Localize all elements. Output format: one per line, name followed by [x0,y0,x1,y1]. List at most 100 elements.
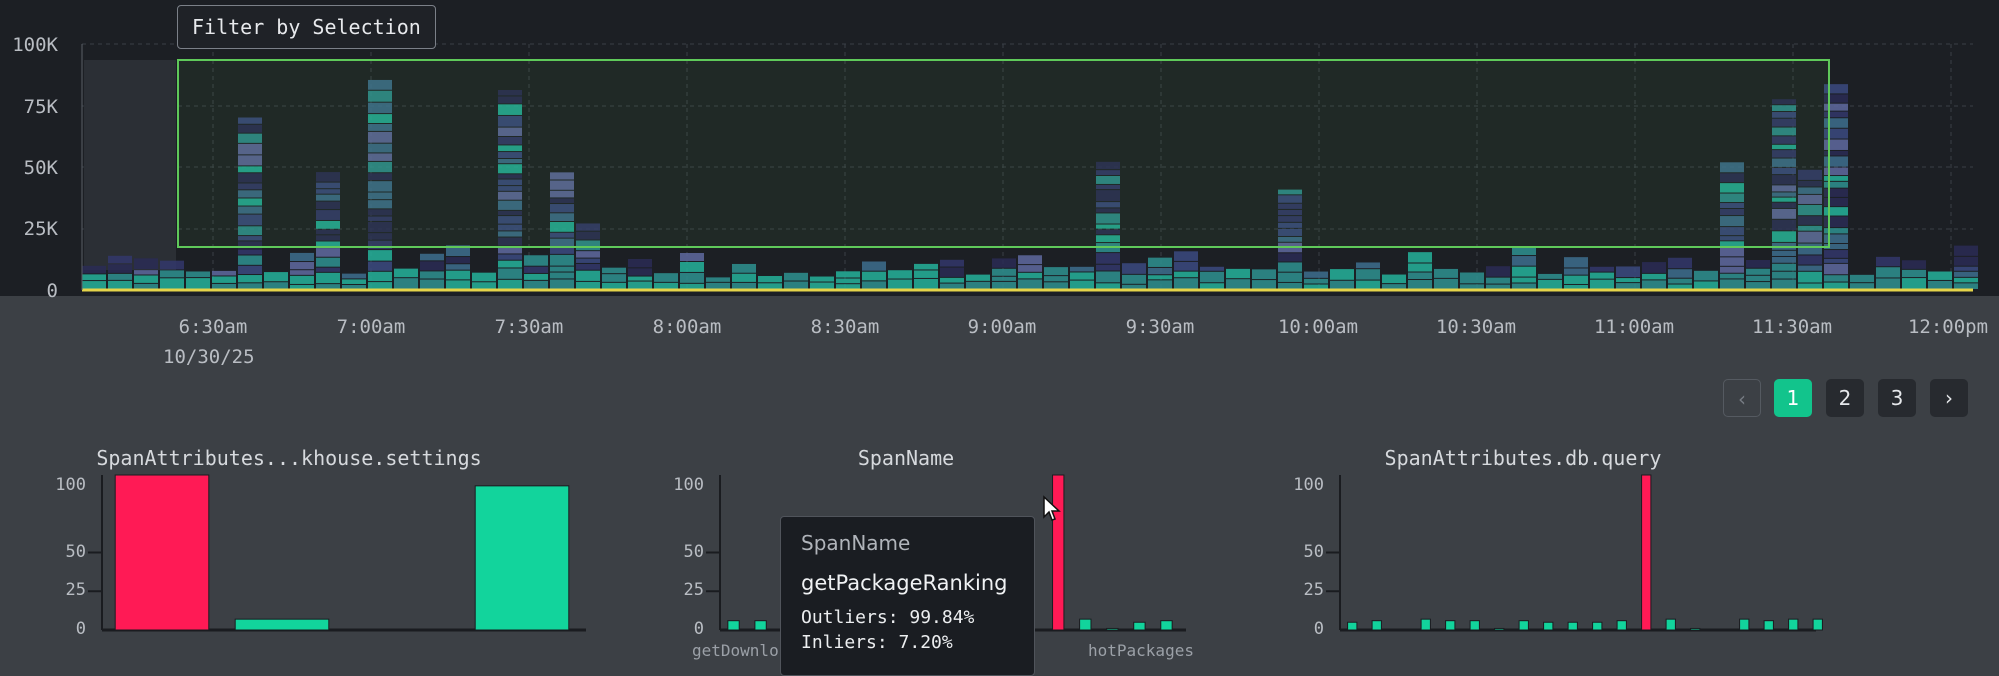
heatmap-cell [160,260,184,270]
inlier-bar[interactable] [727,620,740,631]
heatmap-cell [1902,278,1926,289]
inlier-bar[interactable] [1371,620,1382,631]
inlier-bar[interactable] [234,618,330,631]
heatmap-cell [1096,264,1120,271]
inlier-bar[interactable] [1494,627,1505,631]
heatmap-y-tick: 0 [46,280,58,302]
heatmap-cell [576,251,600,258]
heatmap-cell [1720,247,1744,257]
heatmap-cell [1564,284,1588,289]
heatmap-cell [732,282,756,289]
heatmap-cell [1720,266,1744,273]
tooltip-outliers: Outliers: 99.84% [801,607,975,628]
heatmap-cell [212,276,236,283]
heatmap-cell [1564,275,1588,284]
heatmap-cell [966,274,990,281]
inlier-bar[interactable] [1079,618,1092,631]
heatmap-cell [394,268,418,278]
inlier-bar[interactable] [1133,621,1146,631]
heatmap-cell [1356,269,1380,280]
heatmap-cell [1018,279,1042,289]
inlier-bar[interactable] [1690,627,1701,631]
inlier-bar[interactable] [1592,621,1603,631]
heatmap-cell [680,283,704,289]
inlier-bar[interactable] [1160,620,1173,631]
heatmap-cell [420,253,444,261]
mini-y-tick: 0 [693,619,704,639]
heatmap-backdrop [84,60,176,270]
mini-y-tick: 25 [683,580,704,600]
heatmap-cell [1746,268,1770,275]
heatmap-cell [1460,284,1484,289]
heatmap-cell [1486,284,1510,289]
outlier-bar[interactable] [1641,474,1652,631]
heatmap-cell [1902,269,1926,278]
selection-rectangle[interactable] [177,59,1830,248]
heatmap-x-tick: 7:30am [494,316,564,338]
inlier-bar[interactable] [1445,620,1456,631]
inlier-bar[interactable] [1812,618,1823,631]
heatmap-cell [1954,256,1978,266]
heatmap-y-tick: 100K [12,34,58,56]
inlier-bar[interactable] [1567,621,1578,631]
inlier-bar[interactable] [1788,618,1799,631]
heatmap-cell [1356,262,1380,269]
inlier-bar[interactable] [1763,620,1774,631]
heatmap-x-tick: 6:30am [178,316,248,338]
heatmap-cell [1382,284,1406,289]
heatmap-cell [1954,283,1978,289]
pagination-page-3[interactable]: 3 [1878,379,1916,417]
inlier-bar[interactable] [1543,621,1554,631]
bar-chart-clickhouse-settings[interactable] [88,470,598,664]
filter-by-selection-button[interactable]: Filter by Selection [177,5,436,49]
inlier-bar[interactable] [1739,618,1750,631]
pagination-prev-button[interactable]: ‹ [1723,379,1761,417]
bar-chart-db-query[interactable] [1326,470,1846,664]
heatmap-cell [1174,278,1198,289]
heatmap-cell [1434,278,1458,289]
heatmap-x-tick: 7:00am [336,316,406,338]
pagination-page-1[interactable]: 1 [1774,379,1812,417]
mini-y-tick: 0 [1313,619,1324,639]
heatmap-cell [654,282,678,289]
pagination-next-button[interactable]: › [1930,379,1968,417]
heatmap-cell [82,265,106,274]
heatmap-cell [550,254,574,266]
inlier-bar[interactable] [754,620,767,631]
heatmap-x-tick: 9:00am [967,316,1037,338]
heatmap-cell [1772,250,1796,256]
heatmap-cell [524,266,548,273]
heatmap-cell [82,281,106,289]
heatmap-cell [836,278,860,284]
inlier-bar[interactable] [1518,620,1529,631]
heatmap-cell [1876,278,1900,289]
pagination-page-2[interactable]: 2 [1826,379,1864,417]
heatmap-cell [1356,280,1380,289]
inlier-bar[interactable] [1347,621,1358,631]
inlier-bar[interactable] [1106,627,1119,631]
inlier-bar[interactable] [1469,620,1480,631]
heatmap-cell [446,264,470,270]
heatmap-cell [1512,247,1536,256]
heatmap-cell [1486,266,1510,277]
heatmap-cell [1850,283,1874,289]
heatmap-cell [1954,245,1978,256]
heatmap-cell [290,252,314,262]
mouse-cursor-icon [1043,495,1061,521]
heatmap-cell [446,270,470,280]
inlier-bar[interactable] [474,485,570,631]
heatmap-cell [966,281,990,289]
heatmap-cell [810,276,834,282]
heatmap-cell [992,276,1016,281]
inlier-bar[interactable] [1665,618,1676,631]
inlier-bar[interactable] [1616,620,1627,631]
heatmap-cell [1928,280,1952,289]
chart-title-clickhouse-settings: SpanAttributes...khouse.settings [96,446,482,470]
heatmap-cell [1954,277,1978,283]
heatmap-cell [498,254,522,260]
inlier-bar[interactable] [1420,618,1431,631]
outlier-bar[interactable] [114,474,210,631]
heatmap-cell [758,283,782,289]
heatmap-cell [1070,266,1094,272]
heatmap-cell [134,258,158,270]
